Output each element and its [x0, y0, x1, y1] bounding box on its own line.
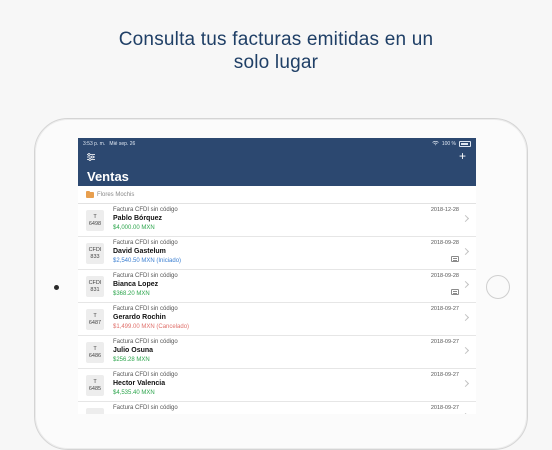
invoice-amount: $4,535.40 MXN [113, 390, 155, 396]
invoice-date: 2018-09-28 [430, 273, 459, 279]
invoice-amount: $4,000.00 MXN [113, 225, 155, 231]
payment-card-icon [451, 289, 459, 295]
invoice-amount: $256.28 MXN [113, 357, 150, 363]
invoice-badge-folio: 6487 [88, 319, 102, 326]
invoice-badge: T 6485 [86, 375, 104, 396]
navigation-bar: + Ventas [78, 149, 476, 186]
home-button[interactable] [486, 275, 510, 299]
invoice-badge-folio: 6486 [88, 352, 102, 359]
invoice-type: Factura CFDI sin código [113, 339, 178, 345]
headline-line-2: solo lugar [233, 52, 319, 73]
headline: Consulta tus facturas emitidas en un sol… [0, 28, 552, 74]
invoice-date: 2018-09-27 [430, 405, 459, 411]
front-camera [54, 285, 59, 290]
invoice-type: Factura CFDI sin código [113, 405, 178, 411]
invoice-type: Factura CFDI sin código [113, 273, 178, 279]
customer-name: David Gastelum [113, 248, 166, 255]
invoice-badge: T 6487 [86, 309, 104, 330]
chevron-right-icon [461, 247, 470, 256]
invoice-badge-series: T [93, 345, 97, 352]
invoice-row[interactable]: T 6487 Factura CFDI sin código Gerardo Roch… [78, 303, 476, 336]
invoice-type: Factura CFDI sin código [113, 240, 178, 246]
invoice-badge: T 6498 [86, 210, 104, 231]
add-invoice-button[interactable]: + [459, 150, 466, 162]
invoice-date: 2018-09-28 [430, 240, 459, 246]
customer-name: Gerardo Rochin [113, 314, 166, 321]
invoice-type: Factura CFDI sin código [113, 306, 178, 312]
wifi-icon [432, 141, 439, 146]
chevron-right-icon [461, 346, 470, 355]
page-title: Ventas [87, 169, 129, 184]
battery-percent: 100 % [441, 140, 456, 147]
invoice-row[interactable]: T 6498 Factura CFDI sin código Pablo Bórque… [78, 204, 476, 237]
invoice-row[interactable]: T 6485 Factura CFDI sin código Hector Valen… [78, 369, 476, 402]
invoice-badge-folio: 6498 [88, 220, 102, 227]
invoice-type: Factura CFDI sin código [113, 372, 178, 378]
invoice-badge-series: CFDI [88, 246, 102, 253]
invoice-amount: $368.20 MXN [113, 291, 150, 297]
invoice-badge-folio: 831 [90, 286, 100, 293]
chevron-right-icon [461, 214, 470, 223]
battery-icon [459, 140, 471, 147]
customer-name: Hector Valencia [113, 380, 166, 387]
invoice-date: 2018-09-27 [430, 306, 459, 312]
invoice-badge: T [86, 408, 104, 414]
invoice-badge-series: T [93, 378, 97, 385]
invoice-row[interactable]: CFDI 831 Factura CFDI sin código Bianca Lop… [78, 270, 476, 303]
folder-icon [86, 190, 94, 198]
invoice-type: Factura CFDI sin código [113, 207, 178, 213]
app-screen: 3:53 p. m. Mié sep. 26 100 % + Ventas Fl… [78, 138, 476, 414]
invoice-list: T 6498 Factura CFDI sin código Pablo Bórque… [78, 204, 476, 414]
invoice-row[interactable]: T Factura CFDI sin código 2018-09-27 [78, 402, 476, 414]
status-bar: 3:53 p. m. Mié sep. 26 100 % [78, 138, 476, 149]
invoice-row[interactable]: T 6486 Factura CFDI sin código Julio Osuna $… [78, 336, 476, 369]
chevron-right-icon [461, 313, 470, 322]
invoice-date: 2018-09-27 [430, 372, 459, 378]
invoice-badge-folio: 6485 [88, 385, 102, 392]
invoice-amount: $1,499.00 MXN (Cancelado) [113, 324, 190, 330]
invoice-badge-series: CFDI [88, 279, 102, 286]
company-selector[interactable]: Flores Mochis [78, 186, 476, 204]
invoice-date: 2018-12-28 [430, 207, 459, 213]
filter-sliders-icon[interactable] [86, 152, 96, 162]
invoice-date: 2018-09-27 [430, 339, 459, 345]
invoice-badge: CFDI 833 [86, 243, 104, 264]
headline-line-1: Consulta tus facturas emitidas en un [118, 29, 434, 50]
invoice-badge-series: T [93, 213, 97, 220]
chevron-right-icon [461, 379, 470, 388]
payment-card-icon [451, 256, 459, 262]
invoice-badge-series: T [93, 312, 97, 319]
invoice-badge-folio: 833 [90, 253, 100, 260]
customer-name: Julio Osuna [113, 347, 154, 354]
company-name: Flores Mochis [97, 191, 135, 198]
plus-icon: + [458, 149, 466, 163]
status-date: Mié sep. 26 [109, 140, 136, 147]
customer-name: Bianca Lopez [113, 281, 159, 288]
customer-name: Pablo Bórquez [113, 215, 163, 222]
invoice-badge: CFDI 831 [86, 276, 104, 297]
invoice-row[interactable]: CFDI 833 Factura CFDI sin código David Gast… [78, 237, 476, 270]
invoice-amount: $2,540.50 MXN (Iniciado) [113, 258, 182, 264]
invoice-badge: T 6486 [86, 342, 104, 363]
chevron-right-icon [461, 280, 470, 289]
status-time: 3:53 p. m. [83, 140, 106, 147]
